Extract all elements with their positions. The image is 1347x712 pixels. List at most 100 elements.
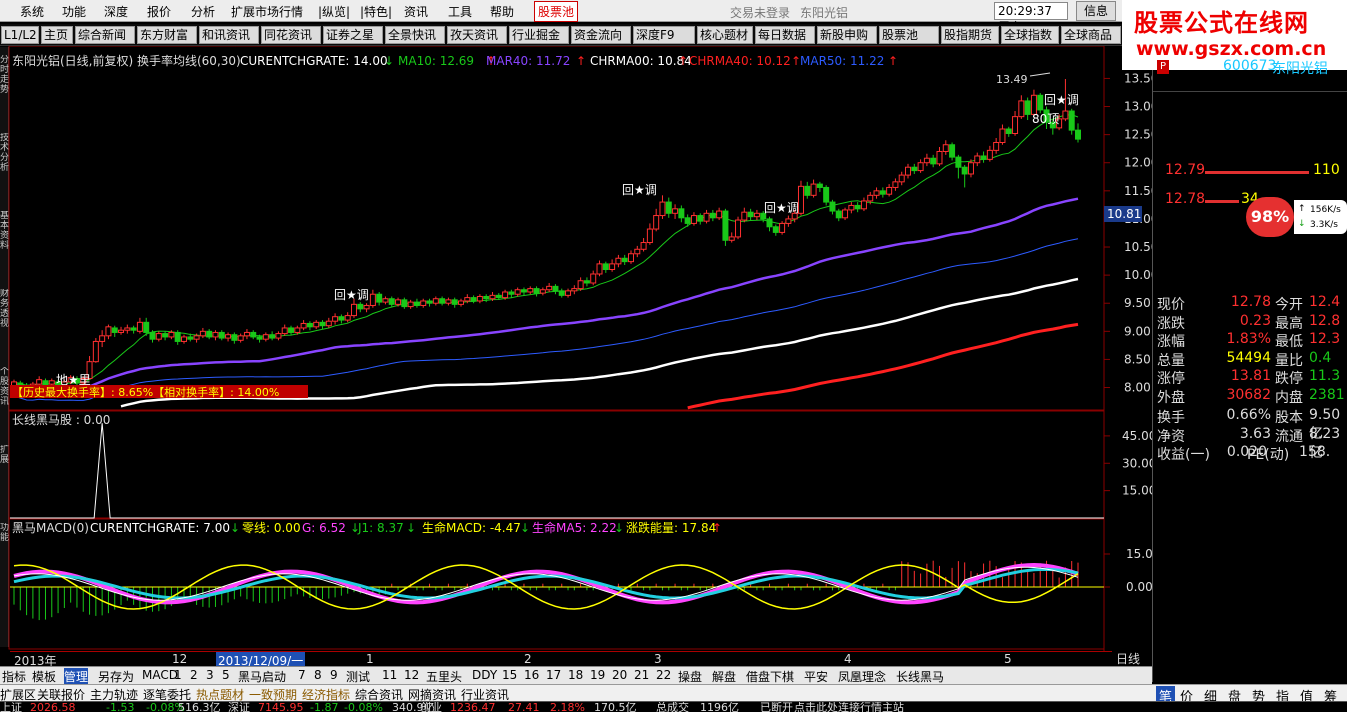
indicator-tab[interactable]: 12 — [404, 668, 419, 682]
date-label: 2 — [524, 652, 532, 666]
ask1-price: 12.79 — [1165, 162, 1206, 178]
toolbar-button[interactable]: 行业掘金 — [509, 26, 569, 44]
status-item: 27.41 — [508, 701, 540, 712]
candle — [476, 295, 483, 302]
toolbar-button[interactable]: 全景快讯 — [385, 26, 445, 44]
menu-item[interactable]: 报价 — [147, 3, 171, 20]
candle — [747, 211, 754, 218]
candle — [199, 330, 206, 337]
indicator-tab[interactable]: 7 — [298, 668, 306, 682]
indicator-tab[interactable]: 黑马启动 — [238, 668, 286, 685]
candle — [193, 335, 200, 340]
toolbar-button[interactable]: 同花资讯 — [261, 26, 321, 44]
indicator-tab[interactable]: 操盘 — [678, 668, 702, 685]
menu-item[interactable]: |纵览| — [318, 3, 350, 20]
quote-value: 0.4 — [1309, 349, 1332, 366]
indicator-tab[interactable]: 11 — [382, 668, 397, 682]
ma-line-0 — [13, 114, 1079, 386]
candle — [470, 297, 477, 302]
peak-pointer — [1029, 72, 1051, 77]
toolbar-button[interactable]: 综合新闻 — [75, 26, 135, 44]
candle — [250, 331, 257, 338]
toolbar-button[interactable]: 全球商品 — [1061, 26, 1121, 44]
indicator-tab[interactable]: 8 — [314, 668, 322, 682]
status-item: 点击此处连接行情主站 — [794, 701, 904, 712]
menu-item[interactable]: 扩展市场行情 — [231, 3, 303, 20]
indicator-tab[interactable]: 18 — [568, 668, 583, 682]
indicator-tab[interactable]: DDY — [472, 668, 497, 682]
chart-annotation: 回★调 — [764, 201, 799, 215]
menu-item[interactable]: 资讯 — [404, 3, 428, 20]
toolbar-button[interactable]: L1/L2 — [1, 26, 39, 44]
candle — [99, 335, 106, 342]
menu-item[interactable]: 工具 — [448, 3, 472, 20]
toolbar-button[interactable]: 每日数据 — [755, 26, 815, 44]
indicator-tab[interactable]: 指标 — [2, 668, 26, 685]
menu-item[interactable]: 深度 — [104, 3, 128, 20]
menu-item[interactable]: 分析 — [191, 3, 215, 20]
quote-value: 12.8 — [1309, 312, 1341, 329]
indicator-tab[interactable]: 9 — [330, 668, 338, 682]
indicator-tab[interactable]: 15 — [502, 668, 517, 682]
indicator-tab[interactable]: 21 — [634, 668, 649, 682]
toolbar-button[interactable]: 核心题材 — [697, 26, 753, 44]
toolbar-button[interactable]: 资金流向 — [571, 26, 631, 44]
status-item: 1236.47 — [450, 701, 496, 712]
info-button[interactable]: 信息 — [1076, 1, 1116, 21]
status-item: -1.53 — [106, 701, 135, 712]
indicator-tab[interactable]: 解盘 — [712, 668, 736, 685]
toolbar-button[interactable]: 新股申购 — [817, 26, 877, 44]
status-item: 总成交 — [656, 701, 689, 712]
toolbar-button[interactable]: 证券之星 — [323, 26, 383, 44]
candle — [615, 257, 622, 265]
indicator-tab[interactable]: 另存为 — [98, 668, 134, 685]
indicator-tab[interactable]: 长线黑马 — [896, 668, 944, 685]
indicator-tab[interactable]: 20 — [612, 668, 627, 682]
menu-stock-pool[interactable]: 股票池 — [534, 1, 579, 22]
indicator-tab[interactable]: 17 — [546, 668, 561, 682]
menu-item[interactable]: 系统 — [20, 3, 44, 20]
toolbar-button[interactable]: 股票池 — [879, 26, 939, 44]
candle — [842, 209, 849, 219]
toolbar-button[interactable]: 孜天资讯 — [447, 26, 507, 44]
toolbar-button[interactable]: 深度F9 — [633, 26, 695, 44]
menu-item[interactable]: |特色| — [360, 3, 392, 20]
candle — [111, 327, 118, 333]
indicator-tab[interactable]: 五里头 — [426, 668, 462, 685]
indicator-tab[interactable]: 2 — [190, 668, 198, 682]
chart-area[interactable]: 东阳光铝(日线,前复权) 换手率均线(60,30) CURENTCHGRATE: … — [0, 46, 1152, 651]
indicator-tab[interactable]: 模板 — [32, 668, 56, 685]
indicator-tab[interactable]: 19 — [590, 668, 605, 682]
toolbar-button[interactable]: 股指期货 — [941, 26, 999, 44]
candle — [640, 242, 647, 250]
menu-item[interactable]: 帮助 — [490, 3, 514, 20]
menu-item[interactable]: 功能 — [62, 3, 86, 20]
indicator-tab[interactable]: 1 — [174, 668, 182, 682]
toolbar-button[interactable]: 东方财富 — [137, 26, 197, 44]
indicator-tab[interactable]: 3 — [206, 668, 214, 682]
indicator-tab[interactable]: 16 — [524, 668, 539, 682]
candle — [225, 334, 232, 339]
toolbar-button[interactable]: 主页 — [41, 26, 73, 44]
candle — [1005, 128, 1012, 135]
candle — [703, 212, 710, 222]
percent-badge[interactable]: 98% — [1246, 197, 1294, 237]
chart-annotation: 回★调 — [622, 183, 657, 197]
quote-value: 1.83% — [1226, 331, 1271, 347]
indicator-tab[interactable]: 平安 — [804, 668, 828, 685]
macd-indicator-value: G: 6.52 — [302, 521, 346, 535]
chart-annotation: 80顶 — [1032, 112, 1059, 126]
indicator-tab[interactable]: 借盘下棋 — [746, 668, 794, 685]
indicator-tab[interactable]: 22 — [656, 668, 671, 682]
indicator-tab[interactable]: MACD — [142, 668, 178, 682]
y-tick-label: 12.50 — [1124, 128, 1152, 142]
toolbar-button[interactable]: 和讯资讯 — [199, 26, 259, 44]
indicator-tab[interactable]: 管理 — [64, 668, 89, 685]
indicator-tab[interactable]: 5 — [222, 668, 230, 682]
indicator-tab[interactable]: 凤凰理念 — [838, 668, 886, 685]
toolbar-button[interactable]: 全球指数 — [1001, 26, 1059, 44]
candle — [306, 322, 313, 328]
indicator-tab[interactable]: 测试 — [346, 668, 370, 685]
candle — [709, 212, 716, 219]
candle — [105, 326, 112, 337]
